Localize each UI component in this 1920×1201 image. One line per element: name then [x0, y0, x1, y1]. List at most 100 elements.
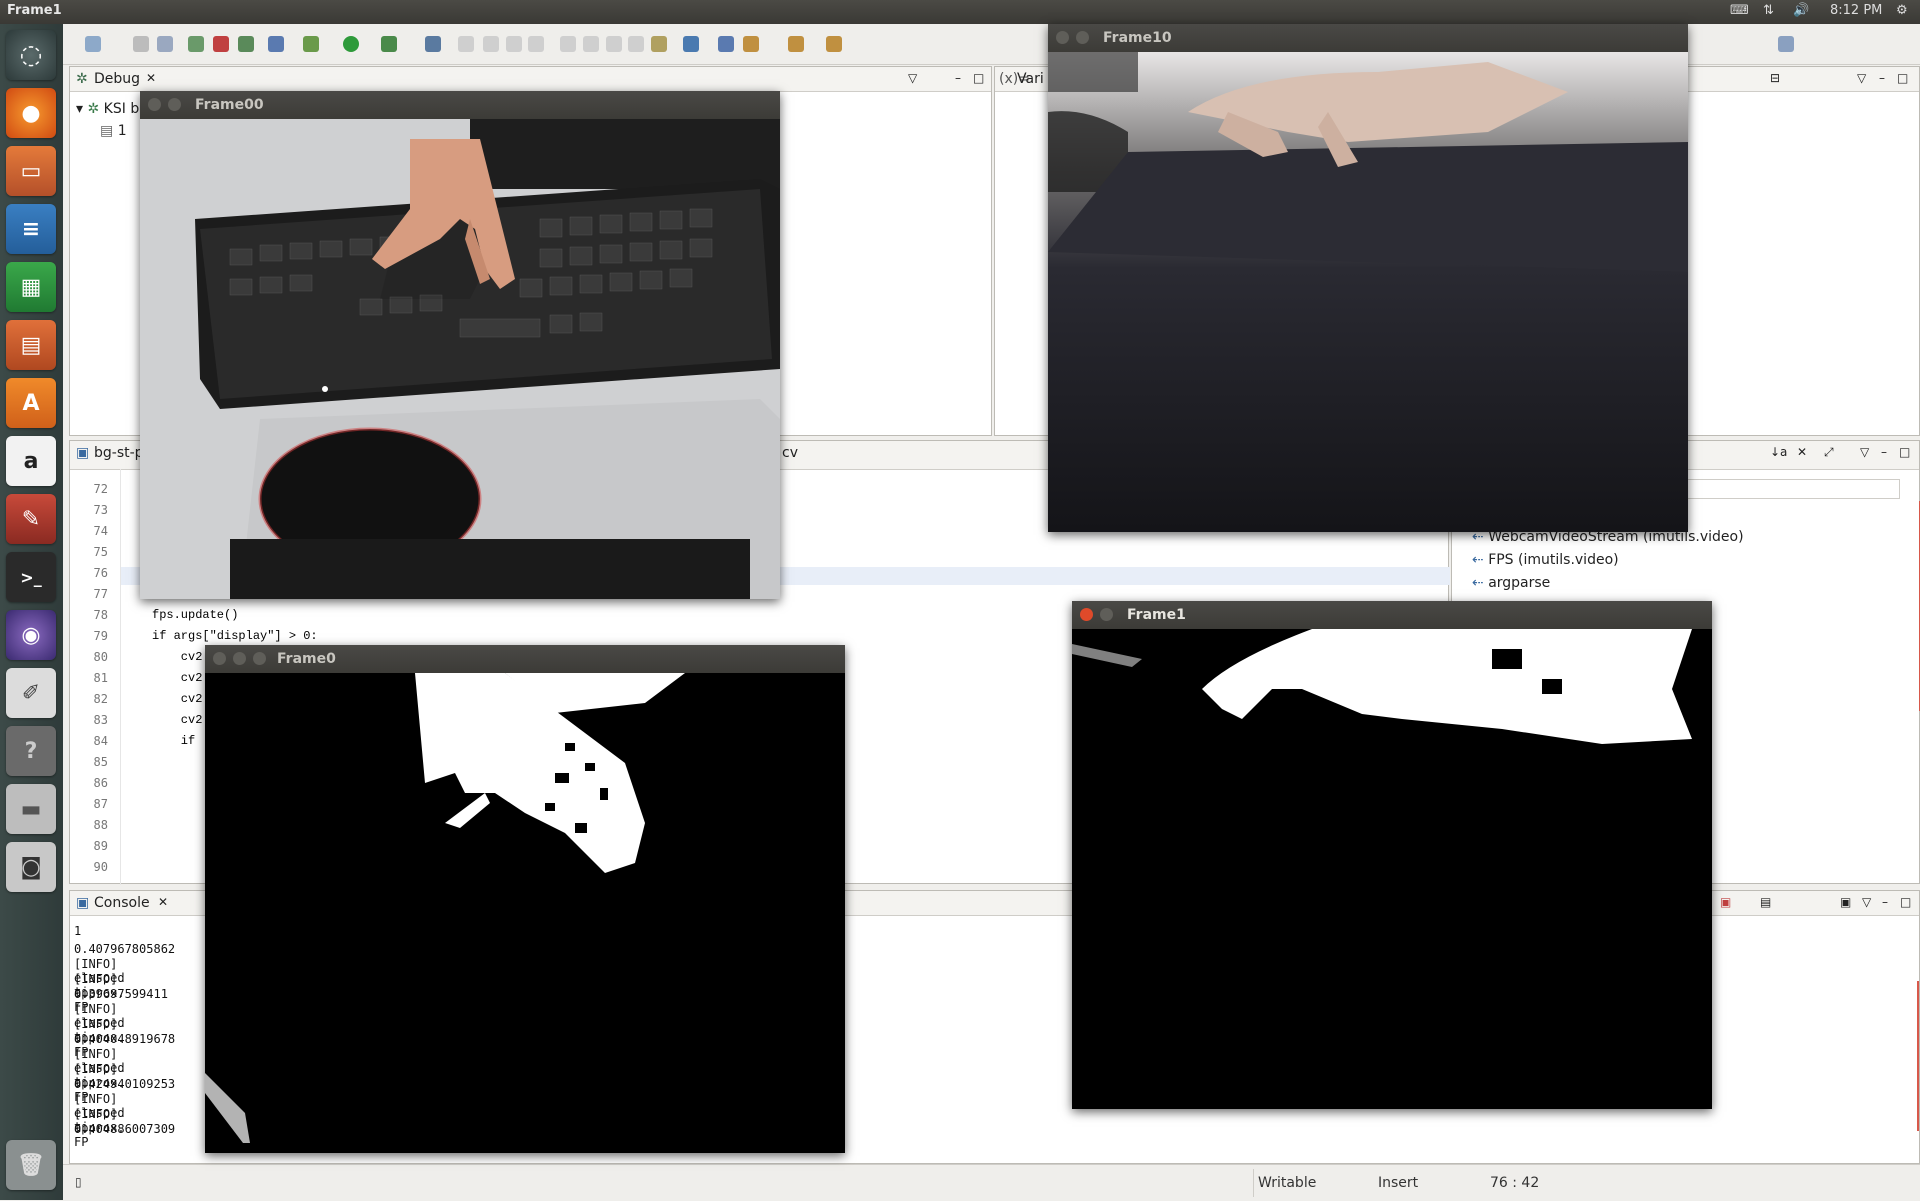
connect-icon[interactable] — [238, 36, 254, 52]
collapse-icon[interactable]: ✕ — [1797, 445, 1807, 459]
files-icon[interactable]: ▭ — [6, 146, 56, 196]
outline-item[interactable]: ⇠ FPS (imutils.video) — [1472, 552, 1619, 568]
minimize-icon-frame10[interactable] — [1076, 31, 1089, 44]
step-over-icon[interactable] — [583, 36, 599, 52]
view-menu-icon-3[interactable]: ▽ — [1860, 445, 1869, 459]
frame10-titlebar[interactable]: Frame10 — [1048, 24, 1688, 52]
step-return-icon[interactable] — [606, 36, 622, 52]
link-icon[interactable]: ⤢ — [1824, 445, 1834, 460]
clock[interactable]: 8:12 PM — [1830, 3, 1882, 18]
settings-icon[interactable]: ✎ — [6, 494, 56, 544]
expand-icon[interactable]: ▾ — [76, 101, 83, 117]
stop-icon[interactable] — [506, 36, 522, 52]
save-icon[interactable] — [133, 36, 149, 52]
network-icon[interactable]: ⇅ — [1763, 3, 1774, 18]
impress-icon[interactable]: ▤ — [6, 320, 56, 370]
frame0-window[interactable]: Frame0 — [205, 645, 845, 1153]
maximize-icon-3[interactable]: □ — [1899, 445, 1910, 459]
calc-icon[interactable]: ▦ — [6, 262, 56, 312]
minimize-icon-frame1[interactable] — [1100, 608, 1113, 621]
frame10-window[interactable]: Frame10 — [1048, 24, 1688, 532]
foreground-mask-image — [205, 673, 845, 1153]
debug-tree-child[interactable]: ▤ 1 — [100, 123, 127, 139]
outline-item[interactable]: ⇠ argparse — [1472, 575, 1550, 591]
variables-tab[interactable]: Vari — [1017, 71, 1044, 87]
frame1-titlebar[interactable]: Frame1 — [1072, 601, 1712, 629]
firefox-icon[interactable]: ● — [6, 88, 56, 138]
line-number: 81 — [93, 671, 108, 685]
frame00-titlebar[interactable]: Frame00 — [140, 91, 780, 119]
software-center-icon[interactable]: A — [6, 378, 56, 428]
console-tab[interactable]: Console — [94, 895, 150, 911]
code-line: cv2 — [152, 671, 203, 685]
pin-console-icon[interactable]: ▤ — [1760, 895, 1771, 909]
editor-tab[interactable]: bg-st-p — [94, 445, 144, 461]
resume-icon[interactable] — [458, 36, 474, 52]
run-icon[interactable] — [343, 36, 359, 52]
debug-step-icon[interactable] — [188, 36, 204, 52]
camera-icon[interactable]: ◙ — [6, 842, 56, 892]
eclipse-icon[interactable]: ◉ — [6, 610, 56, 660]
console-line: 0.404048919678 — [74, 1032, 176, 1046]
minimize-icon-3[interactable]: – — [1881, 445, 1887, 459]
open-perspective-icon[interactable] — [1778, 36, 1794, 52]
trash-icon[interactable]: 🗑 — [6, 1140, 56, 1190]
maximize-icon-4[interactable]: □ — [1900, 895, 1911, 909]
close-icon-frame1[interactable] — [1080, 608, 1093, 621]
maximize-icon-frame0[interactable] — [253, 652, 266, 665]
amazon-icon[interactable]: a — [6, 436, 56, 486]
terminate-icon[interactable] — [213, 36, 229, 52]
dash-icon[interactable]: ◌ — [6, 30, 56, 80]
frame00-window[interactable]: Frame00 — [140, 91, 780, 599]
close-icon-frame10[interactable] — [1056, 31, 1069, 44]
prev-annotation-icon[interactable] — [826, 36, 842, 52]
gear-icon[interactable]: ⚙ — [1896, 3, 1908, 18]
close-icon[interactable]: ✕ — [146, 71, 156, 85]
new-icon[interactable] — [85, 36, 101, 52]
frame1-window[interactable]: Frame1 — [1072, 601, 1712, 1109]
next-annotation-icon[interactable] — [788, 36, 804, 52]
close-icon-frame00[interactable] — [148, 98, 161, 111]
minimize-icon-frame0[interactable] — [233, 652, 246, 665]
display-console-icon[interactable]: ▣ — [1840, 895, 1851, 909]
close-icon-frame0[interactable] — [213, 652, 226, 665]
remove-launch-icon[interactable]: ▣ — [1720, 895, 1731, 909]
editor-tab-2[interactable]: cv — [782, 445, 798, 461]
minimize-icon-frame00[interactable] — [168, 98, 181, 111]
writer-icon[interactable]: ≡ — [6, 204, 56, 254]
step-into-icon[interactable] — [560, 36, 576, 52]
python-console-icon[interactable] — [683, 36, 699, 52]
search-icon[interactable] — [743, 36, 759, 52]
maximize-icon-2[interactable]: □ — [1897, 71, 1908, 85]
debug-tree-root[interactable]: ▾ ✲ KSI b — [76, 101, 139, 117]
top-panel: Frame1 ⌨ ⇅ 🔊 8:12 PM ⚙ — [0, 0, 1920, 24]
view-menu-icon[interactable]: ▽ — [908, 71, 917, 85]
view-menu-icon-4[interactable]: ▽ — [1862, 895, 1871, 909]
close-icon-2[interactable]: ✕ — [158, 895, 168, 909]
python-icon[interactable] — [268, 36, 284, 52]
keyboard-icon[interactable]: ⌨ — [1730, 3, 1749, 18]
use-step-filters-icon[interactable] — [651, 36, 667, 52]
terminal-icon[interactable]: >_ — [6, 552, 56, 602]
skip-breakpoints-icon[interactable] — [425, 36, 441, 52]
debug-icon[interactable] — [303, 36, 319, 52]
text-editor-icon[interactable]: ✐ — [6, 668, 56, 718]
frame0-titlebar[interactable]: Frame0 — [205, 645, 845, 673]
run-config-icon[interactable] — [381, 36, 397, 52]
disconnect-icon[interactable] — [528, 36, 544, 52]
disk-icon[interactable]: ▬ — [6, 784, 56, 834]
debug-tab[interactable]: Debug — [94, 71, 140, 87]
print-icon[interactable] — [157, 36, 173, 52]
minimize-icon[interactable]: – — [955, 71, 961, 85]
view-menu-icon-2[interactable]: ▽ — [1857, 71, 1866, 85]
open-type-icon[interactable] — [718, 36, 734, 52]
maximize-icon[interactable]: □ — [973, 71, 984, 85]
minimize-icon-2[interactable]: – — [1879, 71, 1885, 85]
suspend-icon[interactable] — [483, 36, 499, 52]
drop-frame-icon[interactable] — [628, 36, 644, 52]
volume-icon[interactable]: 🔊 — [1793, 3, 1809, 18]
help-icon[interactable]: ? — [6, 726, 56, 776]
sort-icon[interactable]: ↓a — [1770, 445, 1787, 459]
collapse-all-icon[interactable]: ⊟ — [1770, 71, 1780, 85]
minimize-icon-4[interactable]: – — [1882, 895, 1888, 909]
